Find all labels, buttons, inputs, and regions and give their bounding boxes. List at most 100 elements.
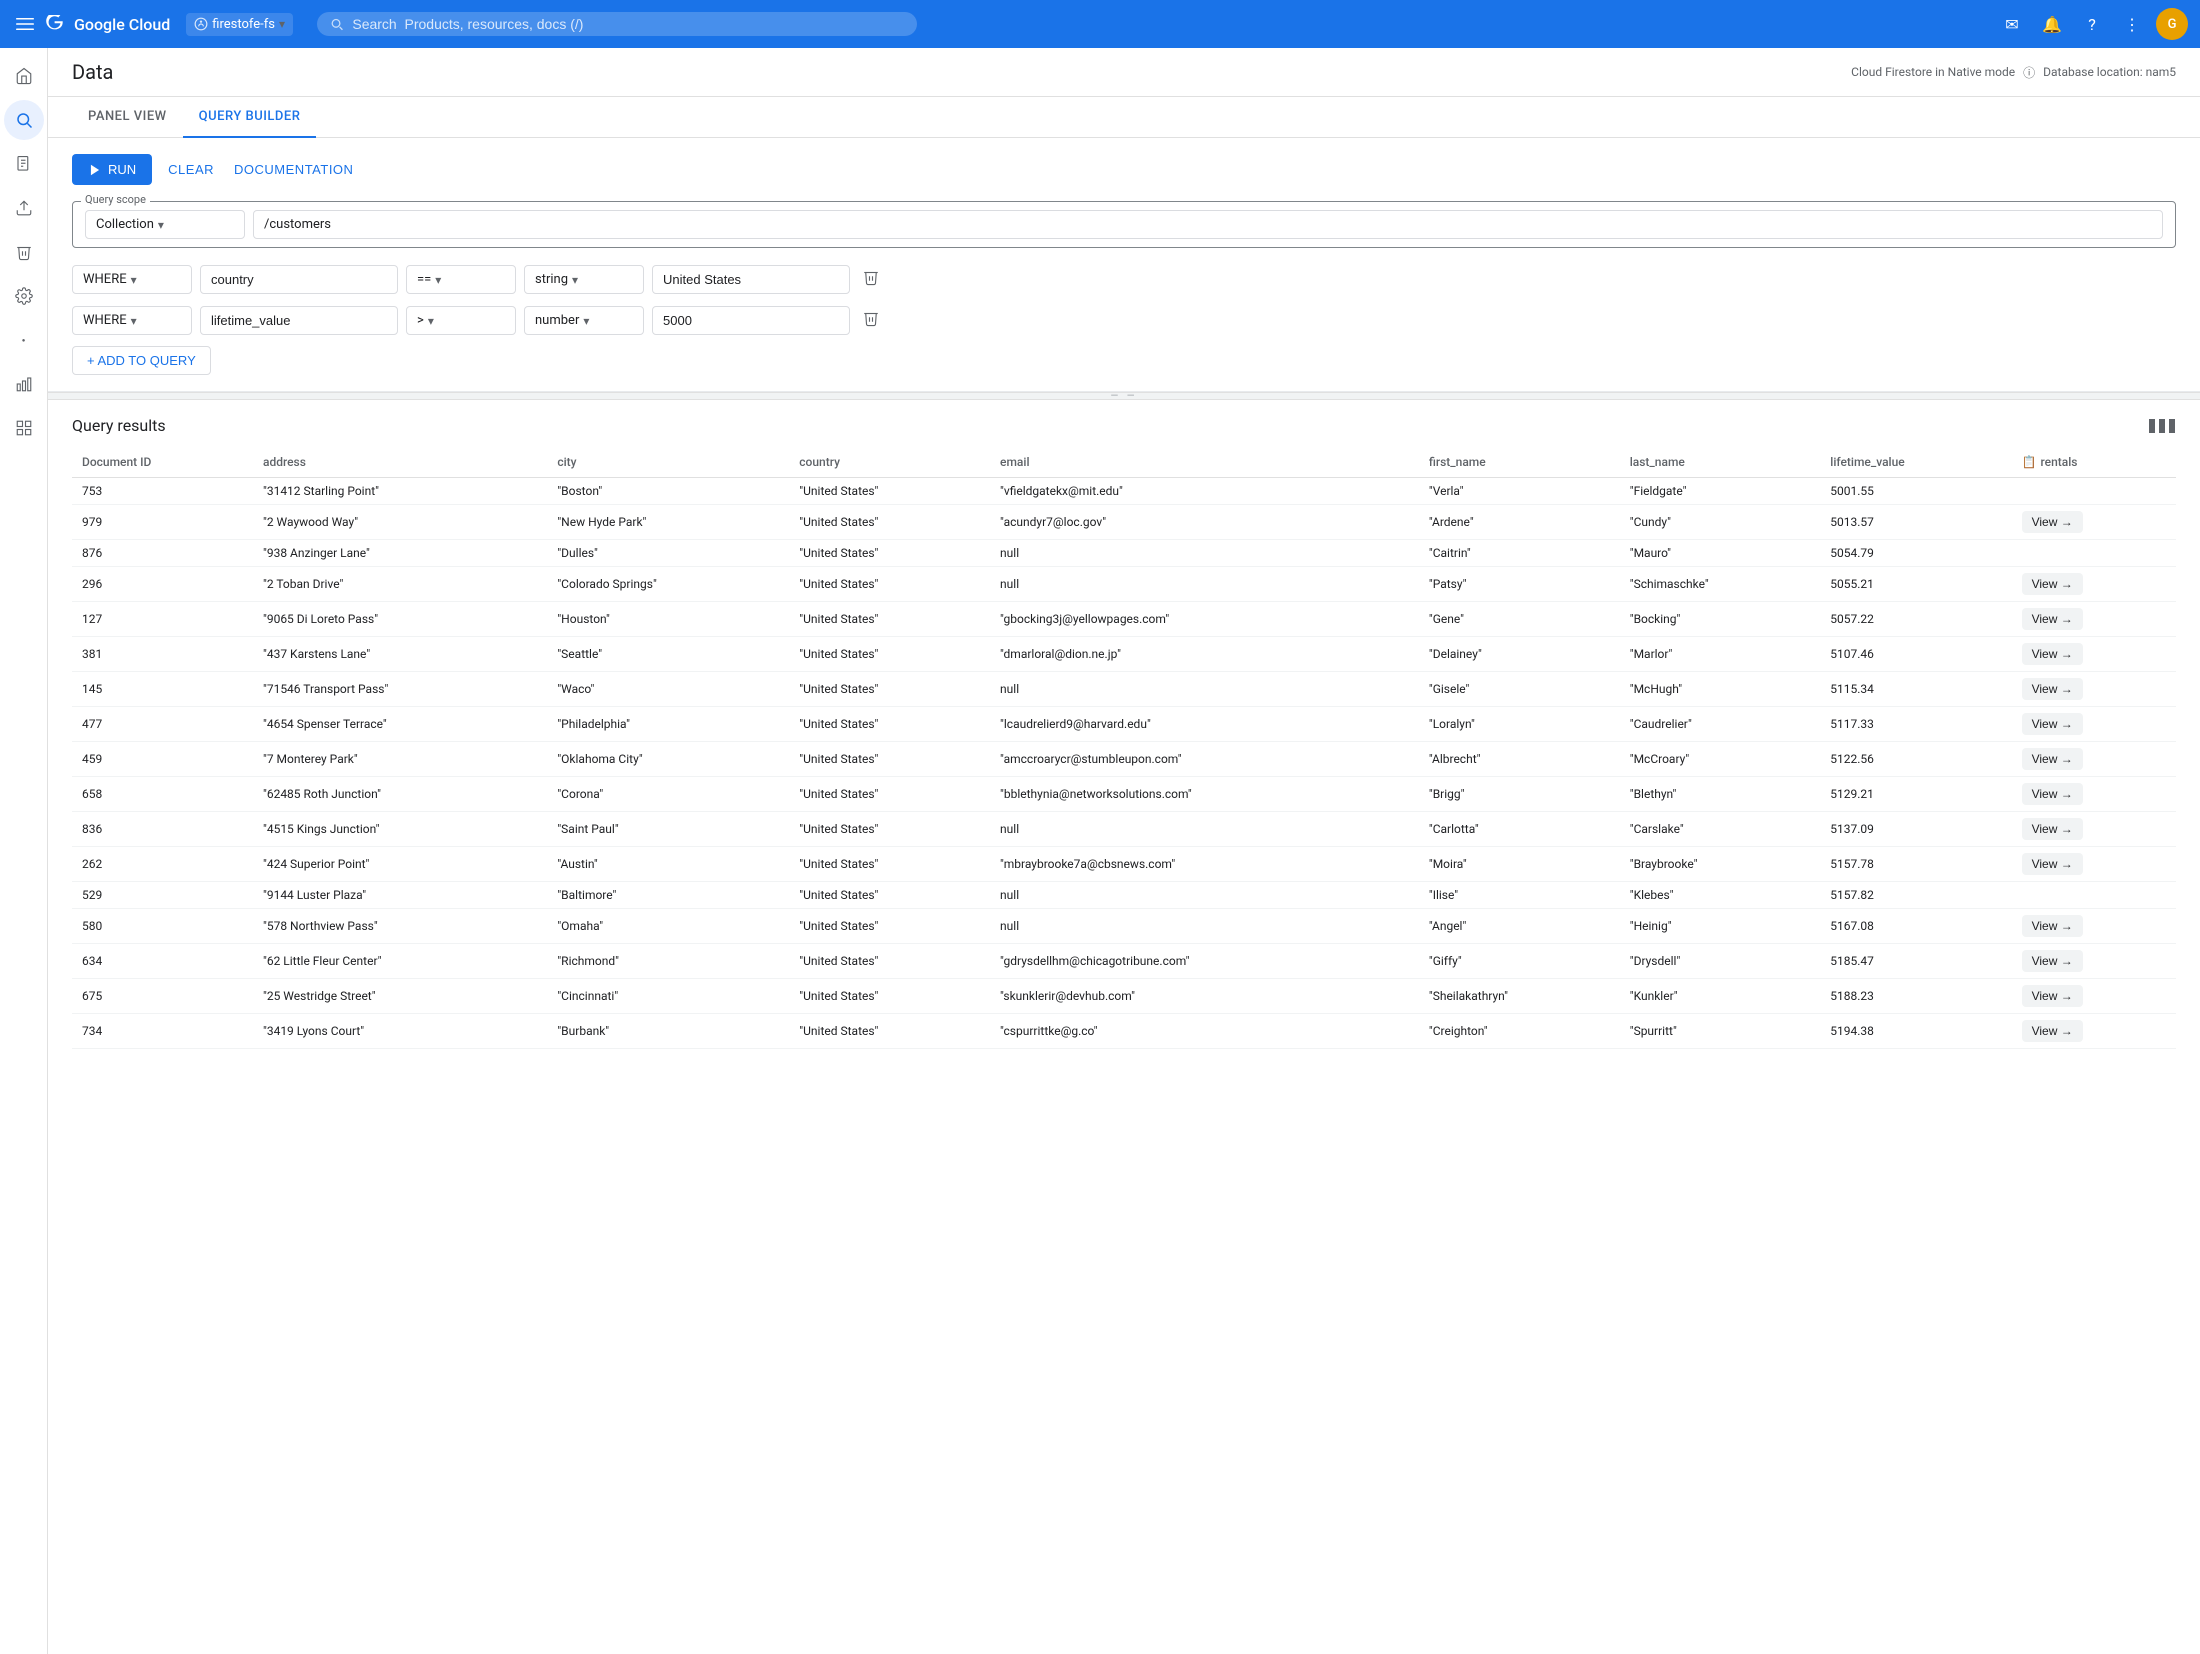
cell-12-7: 5157.82 xyxy=(1820,882,2011,909)
page-header: Data Cloud Firestore in Native mode ⓘ Da… xyxy=(48,48,2200,97)
view-button-4[interactable]: View → xyxy=(2022,608,2083,630)
where-field-1[interactable] xyxy=(200,306,398,335)
notifications-icon[interactable]: 🔔 xyxy=(2036,8,2068,40)
cell-2-view xyxy=(2012,540,2176,567)
view-button-16[interactable]: View → xyxy=(2022,1020,2083,1042)
view-button-3[interactable]: View → xyxy=(2022,573,2083,595)
view-button-6[interactable]: View → xyxy=(2022,678,2083,700)
cell-11-0: 262 xyxy=(72,847,253,882)
view-button-5[interactable]: View → xyxy=(2022,643,2083,665)
where-delete-0[interactable] xyxy=(858,264,884,295)
cell-1-7: 5013.57 xyxy=(1820,505,2011,540)
cell-6-view: View → xyxy=(2012,672,2176,707)
cell-8-4: "amccroarycr@stumbleupon.com" xyxy=(990,742,1419,777)
view-button-11[interactable]: View → xyxy=(2022,853,2083,875)
sidebar-icon-delete[interactable] xyxy=(4,232,44,272)
sidebar-icon-settings[interactable] xyxy=(4,276,44,316)
cell-13-4: null xyxy=(990,909,1419,944)
view-button-13[interactable]: View → xyxy=(2022,915,2083,937)
help-icon[interactable]: ? xyxy=(2076,8,2108,40)
cell-13-3: "United States" xyxy=(789,909,990,944)
table-row: 296"2 Toban Drive""Colorado Springs""Uni… xyxy=(72,567,2176,602)
where-operator-1[interactable]: > ▾ xyxy=(406,306,516,335)
where-value-0[interactable] xyxy=(652,265,850,294)
cell-14-4: "gdrysdellhm@chicagotribune.com" xyxy=(990,944,1419,979)
where-clause-1[interactable]: WHERE ▾ xyxy=(72,306,192,335)
cell-14-0: 634 xyxy=(72,944,253,979)
where-value-1[interactable] xyxy=(652,306,850,335)
scope-path[interactable]: /customers xyxy=(253,210,2163,239)
results-area[interactable]: Query results Document IDaddresscitycoun… xyxy=(48,400,2200,1654)
table-row: 658"62485 Roth Junction""Corona""United … xyxy=(72,777,2176,812)
cell-6-2: "Waco" xyxy=(547,672,789,707)
sidebar-icon-chart[interactable] xyxy=(4,364,44,404)
cell-9-3: "United States" xyxy=(789,777,990,812)
cell-6-5: "Gisele" xyxy=(1419,672,1620,707)
sidebar-icon-home[interactable] xyxy=(4,56,44,96)
email-icon[interactable]: ✉ xyxy=(1996,8,2028,40)
divider-handle[interactable]: — — xyxy=(48,392,2200,400)
documentation-button[interactable]: DOCUMENTATION xyxy=(230,154,357,185)
cell-15-4: "skunklerir@devhub.com" xyxy=(990,979,1419,1014)
where-clause-0[interactable]: WHERE ▾ xyxy=(72,265,192,294)
view-button-9[interactable]: View → xyxy=(2022,783,2083,805)
table-row: 876"938 Anzinger Lane""Dulles""United St… xyxy=(72,540,2176,567)
table-row: 734"3419 Lyons Court""Burbank""United St… xyxy=(72,1014,2176,1049)
cell-12-3: "United States" xyxy=(789,882,990,909)
where-type-0[interactable]: string ▾ xyxy=(524,265,644,294)
table-row: 459"7 Monterey Park""Oklahoma City""Unit… xyxy=(72,742,2176,777)
sidebar-icon-grid[interactable] xyxy=(4,408,44,448)
view-button-15[interactable]: View → xyxy=(2022,985,2083,1007)
cell-4-5: "Gene" xyxy=(1419,602,1620,637)
cell-15-7: 5188.23 xyxy=(1820,979,2011,1014)
cell-1-2: "New Hyde Park" xyxy=(547,505,789,540)
cell-8-3: "United States" xyxy=(789,742,990,777)
where-delete-1[interactable] xyxy=(858,305,884,336)
cell-3-7: 5055.21 xyxy=(1820,567,2011,602)
sidebar-icon-upload[interactable] xyxy=(4,188,44,228)
add-to-query-button[interactable]: + ADD TO QUERY xyxy=(72,346,211,375)
clear-button[interactable]: CLEAR xyxy=(164,154,218,185)
view-button-1[interactable]: View → xyxy=(2022,511,2083,533)
search-bar[interactable] xyxy=(317,12,917,36)
cell-1-view: View → xyxy=(2012,505,2176,540)
more-options-icon[interactable]: ⋮ xyxy=(2116,8,2148,40)
cell-8-view: View → xyxy=(2012,742,2176,777)
col-header-lifetime_value: lifetime_value xyxy=(1820,447,2011,478)
cell-15-3: "United States" xyxy=(789,979,990,1014)
cell-12-1: "9144 Luster Plaza" xyxy=(253,882,547,909)
where-operator-0[interactable]: == ▾ xyxy=(406,265,516,294)
sidebar-icon-docs[interactable] xyxy=(4,144,44,184)
project-selector[interactable]: firestofe-fs ▾ xyxy=(186,13,293,36)
view-button-7[interactable]: View → xyxy=(2022,713,2083,735)
cell-10-4: null xyxy=(990,812,1419,847)
view-button-10[interactable]: View → xyxy=(2022,818,2083,840)
view-button-8[interactable]: View → xyxy=(2022,748,2083,770)
tab-query-builder[interactable]: QUERY BUILDER xyxy=(183,97,317,138)
cell-7-0: 477 xyxy=(72,707,253,742)
cell-16-4: "cspurrittke@g.co" xyxy=(990,1014,1419,1049)
tab-panel-view[interactable]: PANEL VIEW xyxy=(72,97,183,138)
where-field-0[interactable] xyxy=(200,265,398,294)
cell-9-5: "Brigg" xyxy=(1419,777,1620,812)
cell-15-view: View → xyxy=(2012,979,2176,1014)
search-input[interactable] xyxy=(352,16,905,32)
run-button[interactable]: RUN xyxy=(72,154,152,185)
results-view-toggle[interactable] xyxy=(2148,418,2176,434)
view-button-14[interactable]: View → xyxy=(2022,950,2083,972)
avatar[interactable]: G xyxy=(2156,8,2188,40)
cell-3-4: null xyxy=(990,567,1419,602)
cell-14-6: "Drysdell" xyxy=(1620,944,1821,979)
hamburger-menu[interactable] xyxy=(12,11,38,37)
table-row: 262"424 Superior Point""Austin""United S… xyxy=(72,847,2176,882)
sidebar-icon-search[interactable] xyxy=(4,100,44,140)
cell-16-1: "3419 Lyons Court" xyxy=(253,1014,547,1049)
cell-6-6: "McHugh" xyxy=(1620,672,1821,707)
help-info-icon[interactable]: ⓘ xyxy=(2023,64,2035,81)
where-type-1[interactable]: number ▾ xyxy=(524,306,644,335)
where-rows-container: WHERE ▾ == ▾ string ▾ WHERE ▾ > ▾ number… xyxy=(72,264,2176,336)
header-right: Cloud Firestore in Native mode ⓘ Databas… xyxy=(1851,64,2176,81)
cell-1-3: "United States" xyxy=(789,505,990,540)
scope-select[interactable]: Collection ▾ xyxy=(85,210,245,239)
col-header-Document ID: Document ID xyxy=(72,447,253,478)
